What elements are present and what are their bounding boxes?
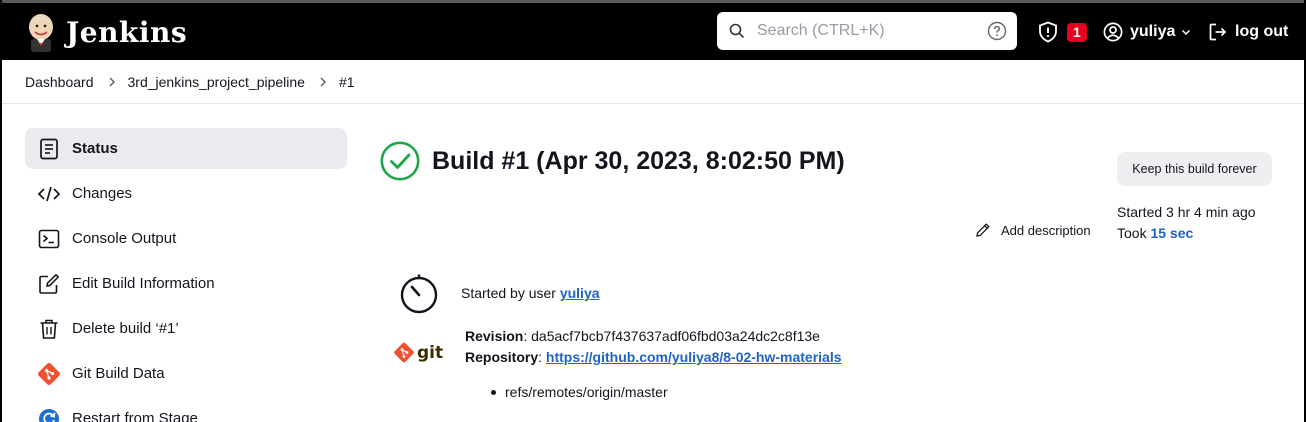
breadcrumb: Dashboard 3rd_jenkins_project_pipeline #…: [2, 60, 1304, 104]
sidebar-item-label: Changes: [72, 185, 133, 202]
git-logo-icon: git: [394, 342, 443, 363]
add-description-label: Add description: [1001, 222, 1091, 238]
repository-link[interactable]: https://github.com/yuliya8/8-02-hw-mater…: [546, 349, 842, 365]
pencil-icon: [976, 223, 990, 237]
started-ago-text: Started 3 hr 4 min ago: [1117, 204, 1256, 220]
revision-line: Revision: da5acf7bcb7f437637adf06fbd03a2…: [465, 326, 842, 347]
repository-line: Repository: https://github.com/yuliya8/8…: [465, 347, 842, 368]
ref-name: refs/remotes/origin/master: [505, 384, 668, 400]
search-box: [717, 12, 1017, 50]
logout-label: log out: [1235, 23, 1289, 40]
revision-value: : da5acf7bcb7f437637adf06fbd03a24dc2c8f1…: [523, 328, 820, 344]
status-icon: [37, 137, 61, 161]
timer-icon: [400, 274, 438, 314]
brand-name: Jenkins: [66, 15, 188, 49]
build-meta: Started 3 hr 4 min ago Took 15 sec: [1117, 202, 1256, 244]
git-details: Revision: da5acf7bcb7f437637adf06fbd03a2…: [465, 326, 842, 368]
chevron-right-icon: [320, 77, 326, 86]
jenkins-logo-icon: [29, 14, 53, 52]
revision-label: Revision: [465, 328, 524, 344]
sidebar-item-changes[interactable]: Changes: [25, 173, 347, 214]
sidebar: Status Changes Console Output Edit Build…: [25, 128, 347, 422]
took-label: Took: [1117, 225, 1147, 241]
sidebar-item-console-output[interactable]: Console Output: [25, 218, 347, 259]
chevron-right-icon: [109, 77, 115, 86]
trash-icon: [37, 317, 61, 341]
user-menu[interactable]: yuliya: [1103, 22, 1191, 42]
sidebar-item-status[interactable]: Status: [25, 128, 347, 169]
logout-link[interactable]: log out: [1208, 22, 1288, 42]
top-bar: Jenkins 1 yuliya: [2, 0, 1304, 60]
repository-label: Repository: [465, 349, 539, 365]
sidebar-item-label: Edit Build Information: [72, 275, 215, 292]
shield-icon: [1039, 21, 1057, 43]
logout-icon: [1209, 23, 1227, 41]
user-name: yuliya: [1130, 23, 1176, 40]
sidebar-item-delete-build[interactable]: Delete build ‘#1’: [25, 308, 347, 349]
keep-build-forever-button[interactable]: Keep this build forever: [1117, 152, 1272, 186]
code-icon: [37, 182, 61, 206]
sidebar-item-label: Restart from Stage: [72, 410, 198, 422]
repository-sep: :: [538, 349, 546, 365]
help-icon[interactable]: [987, 21, 1007, 41]
terminal-icon: [37, 227, 61, 251]
security-monitor-button[interactable]: 1: [1037, 21, 1087, 43]
breadcrumb-project[interactable]: 3rd_jenkins_project_pipeline: [128, 74, 305, 90]
build-heading: Build #1 (Apr 30, 2023, 8:02:50 PM): [380, 141, 845, 181]
svg-text:git: git: [417, 343, 443, 363]
breadcrumb-build[interactable]: #1: [339, 74, 355, 90]
sidebar-item-git-build-data[interactable]: Git Build Data: [25, 353, 347, 394]
sidebar-item-restart-from-stage[interactable]: Restart from Stage: [25, 398, 347, 422]
sidebar-item-label: Status: [72, 140, 118, 157]
restart-icon: [37, 407, 61, 422]
duration-link[interactable]: 15 sec: [1150, 225, 1193, 241]
sidebar-item-label: Delete build ‘#1’: [72, 320, 179, 337]
sidebar-item-edit-build-information[interactable]: Edit Build Information: [25, 263, 347, 304]
bullet: [491, 389, 496, 395]
search-input[interactable]: [757, 18, 977, 44]
chevron-down-icon: [1182, 29, 1191, 36]
ref-list-item: refs/remotes/origin/master: [491, 384, 668, 400]
git-icon: [37, 362, 61, 386]
sidebar-item-label: Console Output: [72, 230, 177, 247]
took-line: Took 15 sec: [1117, 223, 1256, 244]
git-info: git Revision: da5acf7bcb7f437637adf06fbd…: [394, 326, 842, 368]
breadcrumb-dashboard[interactable]: Dashboard: [25, 74, 94, 90]
user-icon: [1103, 22, 1123, 42]
search-icon: [729, 23, 745, 39]
sidebar-item-label: Git Build Data: [72, 365, 165, 382]
jenkins-home-link[interactable]: Jenkins: [24, 11, 187, 53]
build-cause: Started by user yuliya: [398, 272, 600, 314]
add-description-button[interactable]: Add description: [975, 222, 1091, 238]
cause-user-link[interactable]: yuliya: [560, 285, 600, 301]
success-check-icon: [380, 141, 420, 181]
cause-prefix: Started by user: [461, 285, 556, 301]
page-title: Build #1 (Apr 30, 2023, 8:02:50 PM): [432, 146, 845, 175]
edit-icon: [37, 272, 61, 296]
security-count-badge: 1: [1067, 22, 1087, 42]
cause-text: Started by user yuliya: [461, 285, 600, 301]
